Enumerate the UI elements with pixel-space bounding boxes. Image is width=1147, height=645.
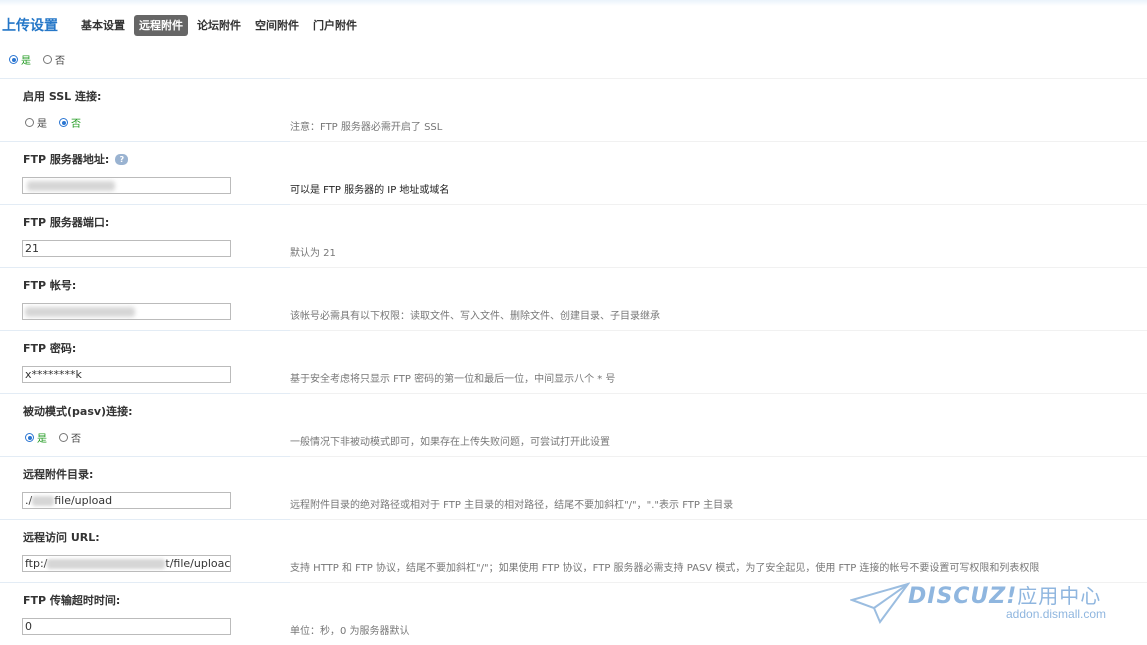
paper-plane-icon bbox=[850, 582, 910, 624]
radio-label: 否 bbox=[55, 56, 65, 67]
setting-ftp-account: FTP 帐号: 该帐号必需具有以下权限：读取文件、写入文件、删除文件、创建目录、… bbox=[0, 267, 1147, 330]
setting-remote-url: 远程访问 URL: ftp:/ t/file/uploac 支持 HTTP 和 F… bbox=[0, 519, 1147, 582]
ftp-password-input[interactable]: x********k bbox=[22, 366, 231, 383]
setting-note: 一般情况下非被动模式即可，如果存在上传失败问题，可尝试打开此设置 bbox=[290, 437, 610, 448]
tab-space-attachment[interactable]: 空间附件 bbox=[250, 15, 304, 36]
radio-label: 是 bbox=[37, 119, 47, 130]
ftp-host-input[interactable] bbox=[22, 177, 231, 194]
brand-text: DISCUZ! bbox=[908, 584, 1018, 609]
setting-label: FTP 密码: bbox=[23, 342, 77, 355]
radio-button[interactable] bbox=[43, 55, 52, 64]
radio-label: 否 bbox=[71, 434, 81, 445]
redacted-mask bbox=[25, 307, 135, 317]
radio-button[interactable] bbox=[9, 55, 18, 64]
tab-basic[interactable]: 基本设置 bbox=[76, 15, 130, 36]
discuz-watermark: DISCUZ!应用中心 addon.dismall.com bbox=[850, 578, 1140, 638]
page-title: 上传设置 bbox=[2, 18, 58, 34]
setting-note: 支持 HTTP 和 FTP 协议，结尾不要加斜杠"/"；如果使用 FTP 协议，… bbox=[290, 563, 1040, 574]
ssl-no[interactable]: 否 bbox=[59, 115, 81, 130]
radio-label: 是 bbox=[37, 434, 47, 445]
radio-button[interactable] bbox=[59, 118, 68, 127]
setting-label: 远程访问 URL: bbox=[23, 531, 100, 544]
setting-label: FTP 帐号: bbox=[23, 279, 77, 292]
divider bbox=[290, 204, 1147, 205]
setting-remote-dir: 远程附件目录: ./ file/upload 远程附件目录的绝对路径或相对于 FT… bbox=[0, 456, 1147, 519]
setting-note: 可以是 FTP 服务器的 IP 地址或域名 bbox=[290, 185, 450, 196]
setting-label: FTP 服务器端口: bbox=[23, 216, 110, 229]
tab-forum-attachment[interactable]: 论坛附件 bbox=[192, 15, 246, 36]
remote-url-input[interactable]: ftp:/ t/file/uploac bbox=[22, 555, 231, 572]
ftp-account-input[interactable] bbox=[22, 303, 231, 320]
divider bbox=[290, 141, 1147, 142]
enable-remote-radio-group: 是 否 bbox=[9, 52, 73, 67]
divider bbox=[0, 78, 290, 79]
radio-button[interactable] bbox=[25, 433, 34, 442]
ssl-yes[interactable]: 是 bbox=[25, 115, 47, 130]
divider bbox=[290, 78, 1147, 79]
ftp-port-input[interactable]: 21 bbox=[22, 240, 231, 257]
divider bbox=[290, 456, 1147, 457]
input-value-prefix: ftp:/ bbox=[25, 557, 48, 570]
input-value-suffix: file/upload bbox=[54, 494, 113, 507]
redacted-mask bbox=[32, 496, 55, 506]
input-value-prefix: ./ bbox=[25, 494, 33, 507]
setting-note: 该帐号必需具有以下权限：读取文件、写入文件、删除文件、创建目录、子目录继承 bbox=[290, 311, 660, 322]
tab-remote-attachment[interactable]: 远程附件 bbox=[134, 15, 188, 36]
redacted-mask bbox=[47, 559, 166, 569]
divider bbox=[290, 393, 1147, 394]
tab-portal-attachment[interactable]: 门户附件 bbox=[308, 15, 362, 36]
divider bbox=[290, 330, 1147, 331]
radio-label: 是 bbox=[21, 56, 31, 67]
radio-button[interactable] bbox=[59, 433, 68, 442]
ftp-timeout-input[interactable]: 0 bbox=[22, 618, 231, 635]
watermark-brand: DISCUZ!应用中心 bbox=[908, 580, 1101, 609]
setting-label: FTP 传输超时时间: bbox=[23, 594, 121, 607]
radio-label: 否 bbox=[71, 119, 81, 130]
setting-label: 启用 SSL 连接: bbox=[23, 90, 102, 103]
brand-cn-text: 应用中心 bbox=[1017, 584, 1102, 608]
enable-remote-no[interactable]: 否 bbox=[43, 52, 65, 67]
setting-label: 远程附件目录: bbox=[23, 468, 94, 481]
setting-label: FTP 服务器地址: bbox=[23, 153, 110, 166]
setting-pasv: 被动模式(pasv)连接: 是 否 一般情况下非被动模式即可，如果存在上传失败问… bbox=[0, 393, 1147, 456]
setting-ssl: 启用 SSL 连接: 是 否 注意：FTP 服务器必需开启了 SSL bbox=[0, 78, 1147, 141]
divider bbox=[0, 330, 290, 331]
setting-label: 被动模式(pasv)连接: bbox=[23, 405, 133, 418]
setting-ftp-host: FTP 服务器地址: ? 可以是 FTP 服务器的 IP 地址或域名 bbox=[0, 141, 1147, 204]
setting-note: 基于安全考虑将只显示 FTP 密码的第一位和最后一位，中间显示八个 * 号 bbox=[290, 374, 616, 385]
watermark-url: addon.dismall.com bbox=[1006, 607, 1107, 621]
input-value-suffix: t/file/uploac bbox=[165, 557, 231, 570]
enable-remote-yes[interactable]: 是 bbox=[9, 52, 31, 67]
divider bbox=[290, 267, 1147, 268]
pasv-radio-group: 是 否 bbox=[25, 430, 89, 445]
help-bubble-icon[interactable]: ? bbox=[115, 153, 129, 165]
pasv-yes[interactable]: 是 bbox=[25, 430, 47, 445]
divider bbox=[290, 519, 1147, 520]
redacted-mask bbox=[27, 181, 115, 191]
divider bbox=[0, 267, 290, 268]
divider bbox=[0, 141, 290, 142]
setting-note: 默认为 21 bbox=[290, 248, 336, 259]
setting-ftp-port: FTP 服务器端口: 21 默认为 21 bbox=[0, 204, 1147, 267]
page-header: 上传设置 基本设置 远程附件 论坛附件 空间附件 门户附件 bbox=[0, 14, 1147, 36]
divider bbox=[0, 204, 290, 205]
setting-ftp-password: FTP 密码: x********k 基于安全考虑将只显示 FTP 密码的第一位… bbox=[0, 330, 1147, 393]
radio-button[interactable] bbox=[25, 118, 34, 127]
setting-note: 远程附件目录的绝对路径或相对于 FTP 主目录的相对路径，结尾不要加斜杠"/"，… bbox=[290, 500, 734, 511]
setting-note: 单位：秒，0 为服务器默认 bbox=[290, 626, 410, 637]
top-gradient-bar bbox=[0, 0, 1147, 6]
divider bbox=[0, 456, 290, 457]
divider bbox=[0, 393, 290, 394]
settings-tabs: 基本设置 远程附件 论坛附件 空间附件 门户附件 bbox=[76, 15, 362, 36]
remote-dir-input[interactable]: ./ file/upload bbox=[22, 492, 231, 509]
setting-note: 注意：FTP 服务器必需开启了 SSL bbox=[290, 122, 443, 133]
divider bbox=[0, 519, 290, 520]
setting-label-wrap: FTP 服务器地址: ? bbox=[23, 151, 129, 167]
ssl-radio-group: 是 否 bbox=[25, 115, 89, 130]
divider bbox=[0, 582, 290, 583]
pasv-no[interactable]: 否 bbox=[59, 430, 81, 445]
